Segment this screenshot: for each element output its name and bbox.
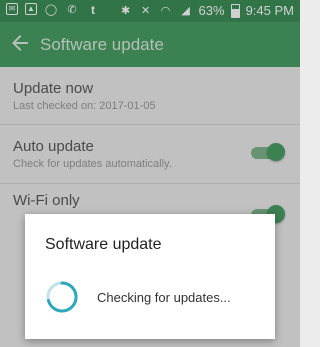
dialog-title: Software update xyxy=(45,236,162,253)
software-update-dialog: Software update Checking for updates... xyxy=(25,214,275,339)
dialog-message: Checking for updates... xyxy=(97,290,231,305)
loading-spinner-icon xyxy=(46,281,78,313)
